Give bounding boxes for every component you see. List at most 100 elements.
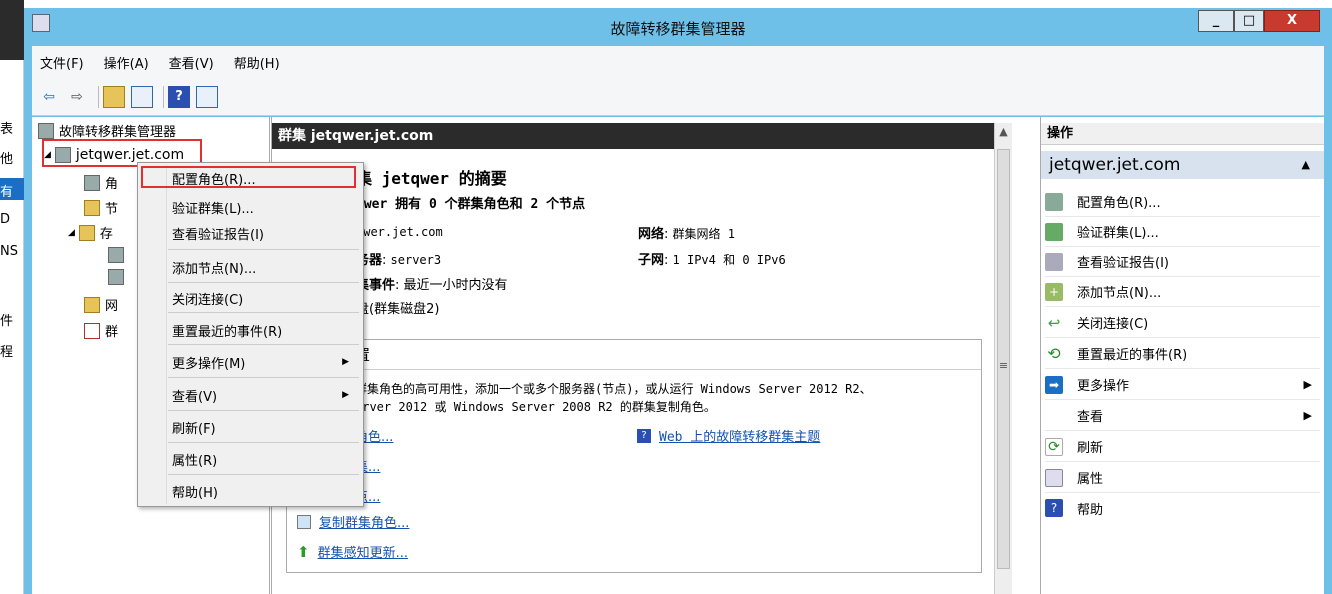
tree-item-label: 存 [99, 227, 113, 242]
tree-item-label: 网 [105, 299, 119, 314]
configure-desc-line1: 群集角色的高可用性，添加一个或多个服务器(节点)，或从运行 Windows Se… [355, 382, 872, 396]
title-bar[interactable]: 故障转移群集管理器 _ □ X [24, 8, 1332, 46]
action-configure-role[interactable]: 配置角色(R)... [1045, 187, 1320, 217]
center-header: 群集 jetqwer.jet.com [272, 123, 994, 149]
subnet-key: 子网 [638, 253, 665, 268]
scroll-up-icon[interactable]: ▲ [995, 123, 1012, 141]
cau-row[interactable]: ⬆ 群集感知更新... [297, 542, 408, 562]
menu-file[interactable]: 文件(F) [40, 53, 84, 72]
action-label: 帮助 [1077, 502, 1104, 518]
context-menu-gutter [166, 165, 167, 504]
actions-group-title: jetqwer.jet.com [1049, 155, 1181, 175]
more-actions-icon: ➡ [1045, 375, 1063, 394]
nodes-icon [84, 199, 100, 216]
collapse-up-icon[interactable]: ▲ [1302, 151, 1310, 179]
menu-help[interactable]: 帮助(H) [234, 53, 280, 72]
add-node-icon: + [1045, 282, 1063, 301]
action-label: 属性 [1077, 472, 1104, 487]
tree-item-label: 角 [105, 177, 119, 192]
tree-item-roles[interactable]: 角 [84, 173, 118, 192]
ctx-close-connection[interactable]: 关闭连接(C) [172, 289, 243, 308]
tree-item-pools[interactable] [108, 269, 129, 285]
maximize-button[interactable]: □ [1234, 10, 1264, 32]
storage-icon [78, 224, 95, 241]
help-icon[interactable]: ? [168, 85, 190, 108]
submenu-arrow-icon: ▶ [1303, 378, 1312, 391]
copy-roles-link[interactable]: 复制群集角色... [319, 512, 409, 531]
view-icon [1045, 407, 1063, 425]
ctx-separator [168, 282, 359, 283]
close-connection-icon: ↩ [1047, 313, 1061, 332]
action-properties[interactable]: 属性 [1045, 463, 1320, 493]
help-icon: ? [1045, 499, 1063, 517]
action-validate-cluster[interactable]: 验证群集(L)... [1045, 217, 1320, 247]
action-view-report[interactable]: 查看验证报告(I) [1045, 247, 1320, 277]
ctx-separator [168, 249, 359, 250]
action-refresh[interactable]: ⟳ 刷新 [1045, 432, 1320, 462]
back-arrow-icon[interactable]: ⇦ [38, 86, 60, 108]
copy-roles-row[interactable]: 复制群集角色... [297, 512, 409, 531]
update-arrow-icon: ⬆ [297, 542, 310, 561]
events-row: 集事件: 最近一小时内没有 [356, 278, 508, 293]
ctx-add-node[interactable]: 添加节点(N)... [172, 258, 256, 277]
menu-view[interactable]: 查看(V) [169, 53, 214, 72]
cluster-events-icon [84, 322, 100, 339]
refresh-icon: ⟳ [1045, 437, 1063, 456]
action-add-node[interactable]: + 添加节点(N)... [1045, 277, 1320, 307]
action-label: 刷新 [1077, 441, 1104, 456]
close-button[interactable]: X [1264, 10, 1320, 32]
background-text: NS [0, 244, 18, 259]
up-folder-icon[interactable] [103, 85, 125, 108]
action-view[interactable]: 查看 ▶ [1045, 401, 1320, 431]
tree-item-networks[interactable]: 网 [84, 295, 118, 314]
ctx-help[interactable]: 帮助(H) [172, 482, 218, 501]
network-key: 网络 [638, 227, 665, 242]
submenu-arrow-icon: ▶ [342, 357, 349, 367]
action-close-connection[interactable]: ↩ 关闭连接(C) [1045, 308, 1320, 338]
validate-icon [1045, 222, 1063, 241]
reset-events-icon: ⟲ [1047, 344, 1061, 363]
actions-group-header[interactable]: jetqwer.jet.com ▲ [1041, 151, 1324, 179]
tree-root[interactable]: 故障转移群集管理器 [38, 121, 176, 140]
action-help[interactable]: ? 帮助 [1045, 493, 1320, 523]
center-scrollbar[interactable]: ▲ ≡ [994, 123, 1012, 594]
toolbar: ⇦ ⇨ ? [32, 78, 1324, 116]
ctx-refresh[interactable]: 刷新(F) [172, 418, 216, 437]
submenu-arrow-icon: ▶ [342, 390, 349, 400]
report-icon [1045, 252, 1063, 271]
menu-action[interactable]: 操作(A) [104, 53, 149, 72]
cau-link[interactable]: 群集感知更新... [318, 542, 408, 561]
minimize-button[interactable]: _ [1198, 10, 1234, 32]
ctx-view-report[interactable]: 查看验证报告(I) [172, 224, 264, 243]
action-label: 查看 [1077, 410, 1104, 425]
properties-icon [1045, 468, 1063, 487]
ctx-properties[interactable]: 属性(R) [172, 450, 217, 469]
ctx-more-actions[interactable]: 更多操作(M) [172, 353, 245, 372]
tree-item-disks[interactable] [108, 247, 129, 263]
action-more-actions[interactable]: ➡ 更多操作 ▶ [1045, 370, 1320, 400]
ctx-separator [168, 377, 359, 378]
background-text: D [0, 212, 11, 227]
ctx-view[interactable]: 查看(V) [172, 386, 217, 405]
cluster-name-value: qwer.jet.com [356, 225, 443, 239]
action-pane-icon[interactable] [196, 85, 218, 108]
background-text: 表 [0, 122, 14, 137]
menu-bar: 文件(F) 操作(A) 查看(V) 帮助(H) [32, 46, 1324, 78]
web-topics-link[interactable]: Web 上的故障转移群集主题 [659, 426, 820, 445]
action-reset-events[interactable]: ⟲ 重置最近的事件(R) [1045, 339, 1320, 369]
toolbar-separator [98, 85, 99, 108]
tree-item-nodes[interactable]: 节 [84, 198, 118, 217]
forward-arrow-icon[interactable]: ⇨ [66, 86, 88, 108]
web-topics-row[interactable]: ? Web 上的故障转移群集主题 [637, 426, 820, 445]
show-hide-tree-icon[interactable] [131, 85, 153, 108]
tree-item-events[interactable]: 群 [84, 321, 118, 340]
ctx-validate-cluster[interactable]: 验证群集(L)... [172, 198, 254, 217]
background-text: 有 [0, 185, 14, 200]
ctx-reset-events[interactable]: 重置最近的事件(R) [172, 321, 282, 340]
configure-desc-line2: erver 2012 或 Windows Server 2008 R2 的群集复… [355, 400, 716, 414]
disk-text: 盘(群集磁盘2) [356, 302, 440, 317]
network-value: 群集网络 1 [672, 227, 735, 241]
action-label: 关闭连接(C) [1077, 317, 1149, 332]
collapse-triangle-icon[interactable]: ◢ [68, 228, 75, 238]
tree-item-storage[interactable]: ◢ 存 [68, 223, 113, 242]
